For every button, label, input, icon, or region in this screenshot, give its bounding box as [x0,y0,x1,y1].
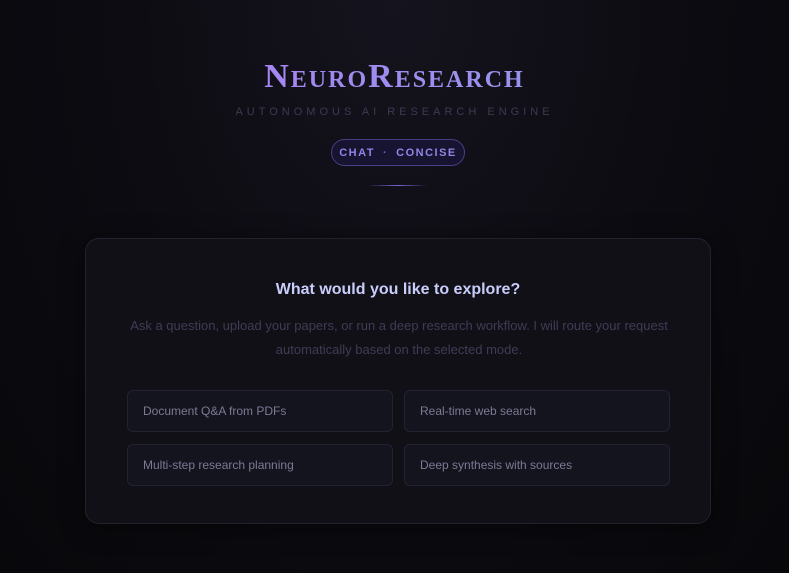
option-web-search[interactable]: Real-time web search [404,390,670,432]
mode-type-label: CHAT [339,146,375,159]
option-deep-synthesis[interactable]: Deep synthesis with sources [404,444,670,486]
option-label: Real-time web search [420,404,537,418]
header-divider [368,185,428,186]
mode-style-label: CONCISE [396,146,457,159]
brand-logo: NeuroResearch [0,58,789,96]
option-label: Document Q&A from PDFs [143,404,287,418]
welcome-description: Ask a question, upload your papers, or r… [130,318,668,357]
welcome-card: What would you like to explore? Ask a qu… [85,238,711,524]
option-label: Multi-step research planning [143,458,294,472]
option-research-planning[interactable]: Multi-step research planning [127,444,393,486]
mode-separator: · [382,146,389,159]
option-document-qa[interactable]: Document Q&A from PDFs [127,390,393,432]
brand-tagline: AUTONOMOUS AI RESEARCH ENGINE [235,106,554,118]
welcome-title: What would you like to explore? [275,281,521,298]
option-label: Deep synthesis with sources [420,458,573,472]
mode-badge[interactable]: CHAT · CONCISE [331,139,465,166]
